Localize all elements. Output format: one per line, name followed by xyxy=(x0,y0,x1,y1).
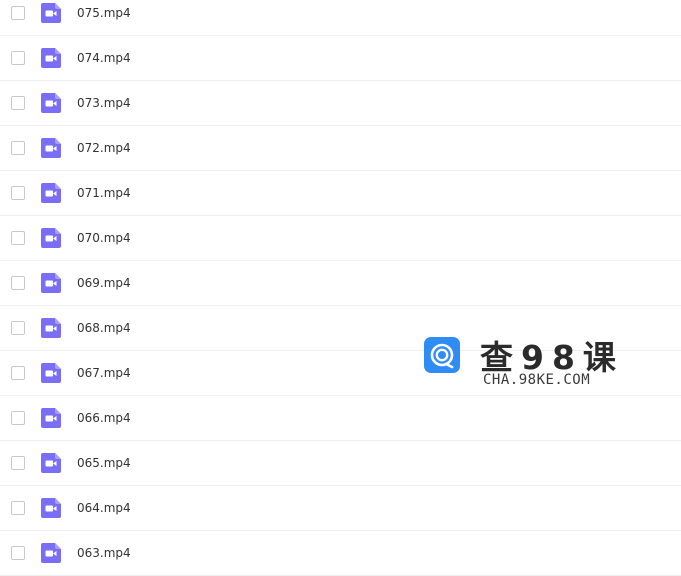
file-name[interactable]: 063.mp4 xyxy=(77,546,131,560)
file-row[interactable]: 069.mp4 xyxy=(0,261,681,306)
file-row[interactable]: 066.mp4 xyxy=(0,396,681,441)
video-file-icon xyxy=(41,228,61,248)
row-checkbox[interactable] xyxy=(11,141,25,155)
row-checkbox[interactable] xyxy=(11,501,25,515)
file-list: 075.mp4 074.mp4 073.mp4 072.mp4 071.mp4 … xyxy=(0,0,681,576)
file-name[interactable]: 068.mp4 xyxy=(77,321,131,335)
file-row[interactable]: 071.mp4 xyxy=(0,171,681,216)
row-checkbox[interactable] xyxy=(11,366,25,380)
file-name[interactable]: 065.mp4 xyxy=(77,456,131,470)
file-row[interactable]: 073.mp4 xyxy=(0,81,681,126)
file-name[interactable]: 069.mp4 xyxy=(77,276,131,290)
video-file-icon xyxy=(41,453,61,473)
file-name[interactable]: 067.mp4 xyxy=(77,366,131,380)
file-name[interactable]: 064.mp4 xyxy=(77,501,131,515)
video-file-icon xyxy=(41,318,61,338)
watermark-subtitle: CHA.98KE.COM xyxy=(483,372,591,388)
row-checkbox[interactable] xyxy=(11,6,25,20)
file-name[interactable]: 066.mp4 xyxy=(77,411,131,425)
file-row[interactable]: 063.mp4 xyxy=(0,531,681,576)
file-name[interactable]: 073.mp4 xyxy=(77,96,131,110)
video-file-icon xyxy=(41,408,61,428)
video-file-icon xyxy=(41,273,61,293)
file-name[interactable]: 070.mp4 xyxy=(77,231,131,245)
file-row[interactable]: 072.mp4 xyxy=(0,126,681,171)
video-file-icon xyxy=(41,3,61,23)
video-file-icon xyxy=(41,498,61,518)
row-checkbox[interactable] xyxy=(11,96,25,110)
video-file-icon xyxy=(41,543,61,563)
file-name[interactable]: 074.mp4 xyxy=(77,51,131,65)
file-row[interactable]: 065.mp4 xyxy=(0,441,681,486)
file-row[interactable]: 064.mp4 xyxy=(0,486,681,531)
row-checkbox[interactable] xyxy=(11,51,25,65)
video-file-icon xyxy=(41,363,61,383)
file-name[interactable]: 071.mp4 xyxy=(77,186,131,200)
row-checkbox[interactable] xyxy=(11,411,25,425)
watermark-logo-icon xyxy=(424,337,460,373)
file-row[interactable]: 070.mp4 xyxy=(0,216,681,261)
file-row[interactable]: 074.mp4 xyxy=(0,36,681,81)
video-file-icon xyxy=(41,48,61,68)
row-checkbox[interactable] xyxy=(11,456,25,470)
row-checkbox[interactable] xyxy=(11,231,25,245)
video-file-icon xyxy=(41,93,61,113)
row-checkbox[interactable] xyxy=(11,546,25,560)
video-file-icon xyxy=(41,183,61,203)
row-checkbox[interactable] xyxy=(11,276,25,290)
file-name[interactable]: 072.mp4 xyxy=(77,141,131,155)
file-name[interactable]: 075.mp4 xyxy=(77,6,131,20)
row-checkbox[interactable] xyxy=(11,186,25,200)
watermark: 查98课 CHA.98KE.COM xyxy=(424,331,616,393)
row-checkbox[interactable] xyxy=(11,321,25,335)
file-row[interactable]: 075.mp4 xyxy=(0,0,681,36)
video-file-icon xyxy=(41,138,61,158)
